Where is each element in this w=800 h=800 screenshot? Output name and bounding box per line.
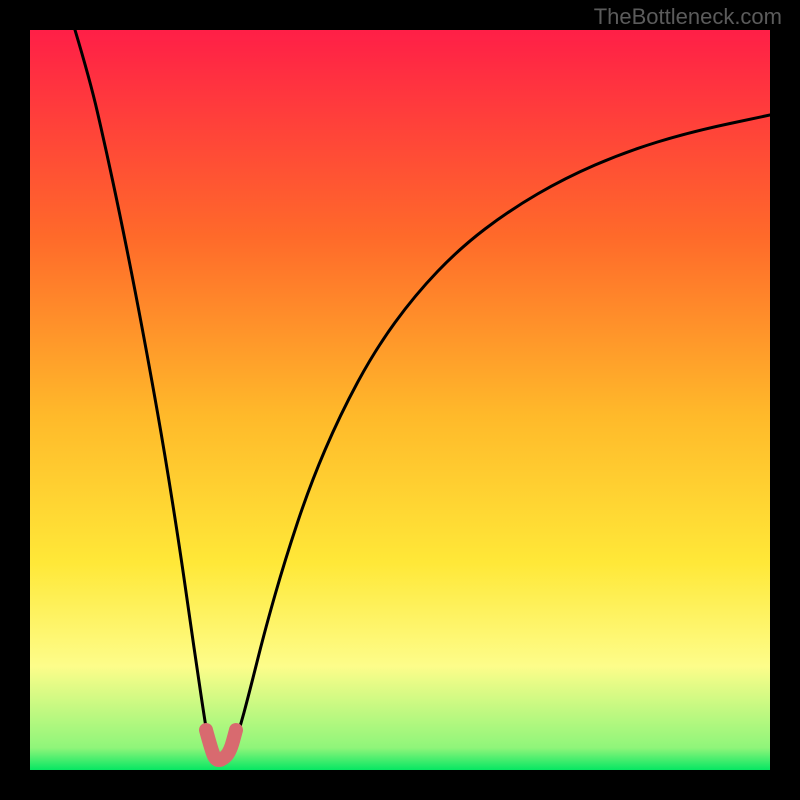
chart-area xyxy=(30,30,770,770)
bottleneck-curve-chart xyxy=(30,30,770,770)
watermark-text: TheBottleneck.com xyxy=(594,4,782,30)
